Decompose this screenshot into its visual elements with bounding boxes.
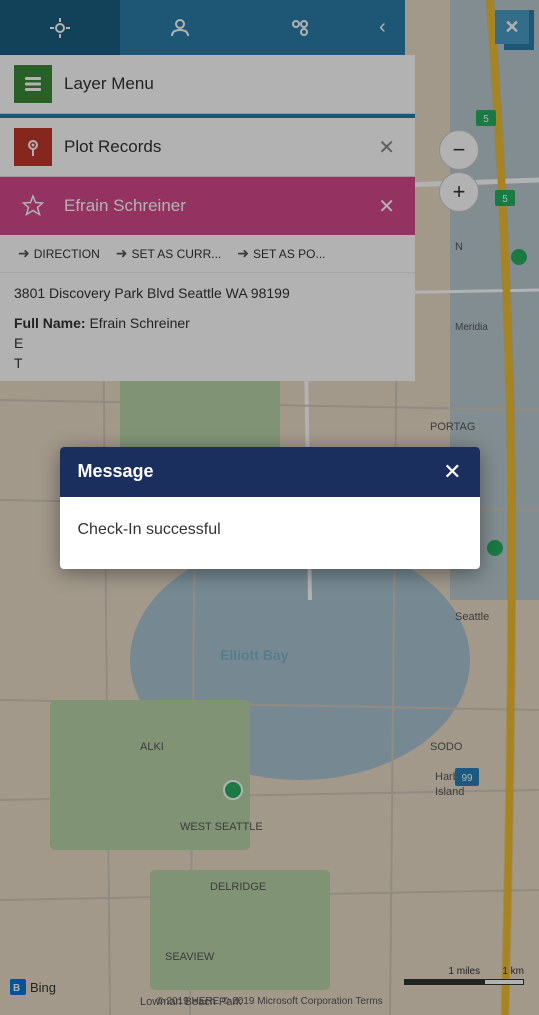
modal-close-button[interactable]: ✕ [443,461,461,483]
modal-body: Check-In successful [60,497,480,569]
close-icon: ✕ [443,459,461,484]
message-modal: Message ✕ Check-In successful [60,447,480,569]
modal-message: Check-In successful [78,521,221,538]
modal-title: Message [78,461,154,482]
modal-header: Message ✕ [60,447,480,497]
modal-overlay: Message ✕ Check-In successful [0,0,539,1015]
